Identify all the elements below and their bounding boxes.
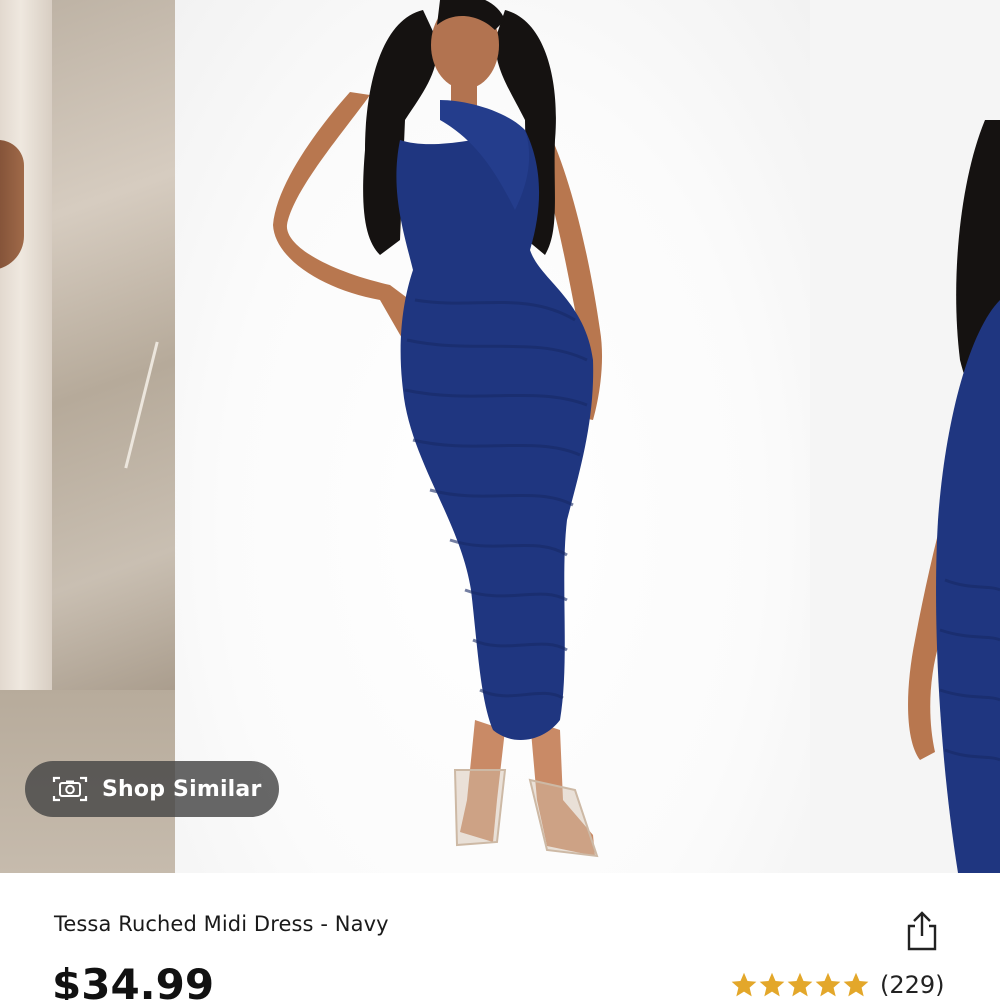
product-price: $34.99 xyxy=(52,960,215,1000)
marble-pillar xyxy=(0,0,52,690)
model-arm xyxy=(0,140,24,270)
model-photo-partial xyxy=(908,120,1000,873)
product-image-next[interactable] xyxy=(810,0,1000,873)
camera-icon xyxy=(52,776,88,802)
rating-stars xyxy=(730,971,870,999)
product-image-main[interactable] xyxy=(175,0,810,873)
star-icon xyxy=(843,972,869,997)
star-icon xyxy=(815,972,841,997)
shop-similar-label: Shop Similar xyxy=(102,776,262,802)
product-image-carousel[interactable]: Shop Similar xyxy=(0,0,1000,873)
product-title: Tessa Ruched Midi Dress - Navy xyxy=(54,912,389,936)
star-icon xyxy=(759,972,785,997)
star-icon xyxy=(731,972,757,997)
star-icon xyxy=(787,972,813,997)
shop-similar-button[interactable]: Shop Similar xyxy=(25,761,279,817)
review-count: (229) xyxy=(880,971,945,999)
model-photo xyxy=(273,0,603,858)
product-rating[interactable]: (229) xyxy=(730,968,945,1000)
product-image-previous[interactable] xyxy=(0,0,175,873)
share-icon[interactable] xyxy=(904,910,940,952)
